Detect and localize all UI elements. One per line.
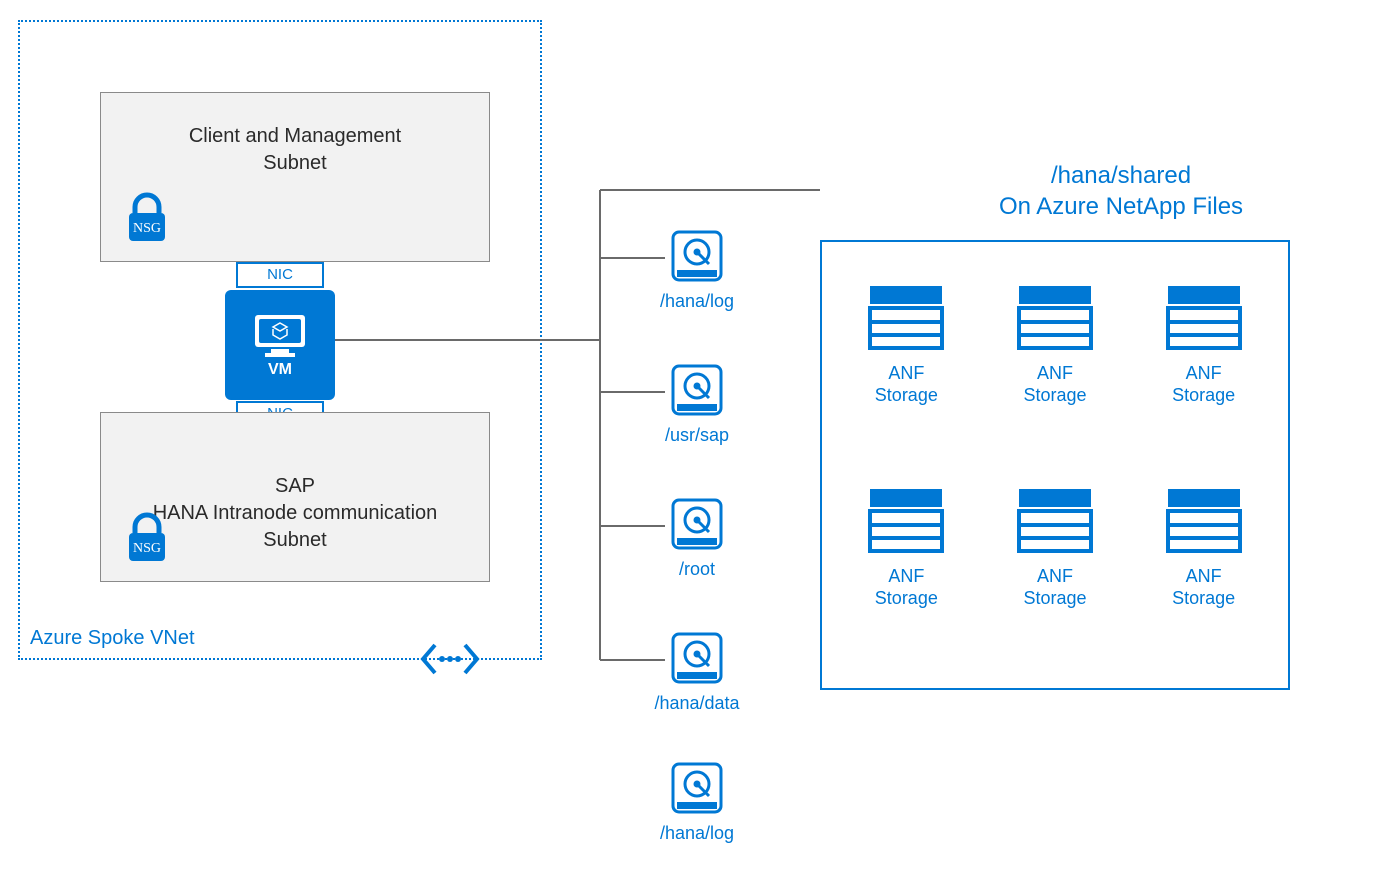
storage-title: /hana/shared On Azure NetApp Files xyxy=(951,160,1291,222)
vm-label: VM xyxy=(268,361,292,379)
disk-icon: /hana/log xyxy=(652,228,742,312)
anf-storage-item: ANFStorage xyxy=(1015,485,1095,609)
disk-label: /hana/log xyxy=(652,291,742,312)
disk-label: /root xyxy=(652,559,742,580)
disk-label: /hana/log xyxy=(652,823,742,844)
nsg-text: NSG xyxy=(133,221,161,236)
client-management-subnet: Client and ManagementSubnet NSG xyxy=(100,92,490,262)
storage-title-line1: /hana/shared xyxy=(951,160,1291,191)
hana-intranode-subnet: SAPHANA Intranode communicationSubnet NS… xyxy=(100,412,490,582)
nic-badge-top: NIC xyxy=(236,262,324,288)
disk-label: /hana/data xyxy=(652,693,742,714)
anf-storage-item: ANFStorage xyxy=(1015,282,1095,406)
subnet-label-top: Client and ManagementSubnet xyxy=(101,123,489,177)
anf-storage-label: ANFStorage xyxy=(1015,363,1095,406)
anf-storage-label: ANFStorage xyxy=(1164,363,1244,406)
anf-storage-item: ANFStorage xyxy=(866,282,946,406)
nsg-icon: NSG xyxy=(117,507,177,567)
disk-icon: /root xyxy=(652,496,742,580)
disk-icon: /hana/log xyxy=(652,760,742,844)
anf-storage-panel: ANFStorage ANFStorage ANFStorage ANFStor… xyxy=(820,240,1290,690)
anf-storage-label: ANFStorage xyxy=(866,363,946,406)
disk-icon: /usr/sap xyxy=(652,362,742,446)
nsg-icon: NSG xyxy=(117,187,177,247)
svg-text:NSG: NSG xyxy=(133,541,161,556)
vnet-label: Azure Spoke VNet xyxy=(30,627,195,650)
vm-icon: VM xyxy=(225,290,335,400)
storage-title-line2: On Azure NetApp Files xyxy=(951,191,1291,222)
anf-storage-item: ANFStorage xyxy=(1164,282,1244,406)
disk-icon: /hana/data xyxy=(652,630,742,714)
anf-storage-label: ANFStorage xyxy=(1015,566,1095,609)
anf-storage-item: ANFStorage xyxy=(1164,485,1244,609)
vnet-peering-icon xyxy=(420,635,480,683)
anf-storage-label: ANFStorage xyxy=(1164,566,1244,609)
disk-label: /usr/sap xyxy=(652,425,742,446)
anf-storage-label: ANFStorage xyxy=(866,566,946,609)
azure-spoke-vnet: Azure Spoke VNet Client and ManagementSu… xyxy=(18,20,542,660)
anf-storage-item: ANFStorage xyxy=(866,485,946,609)
